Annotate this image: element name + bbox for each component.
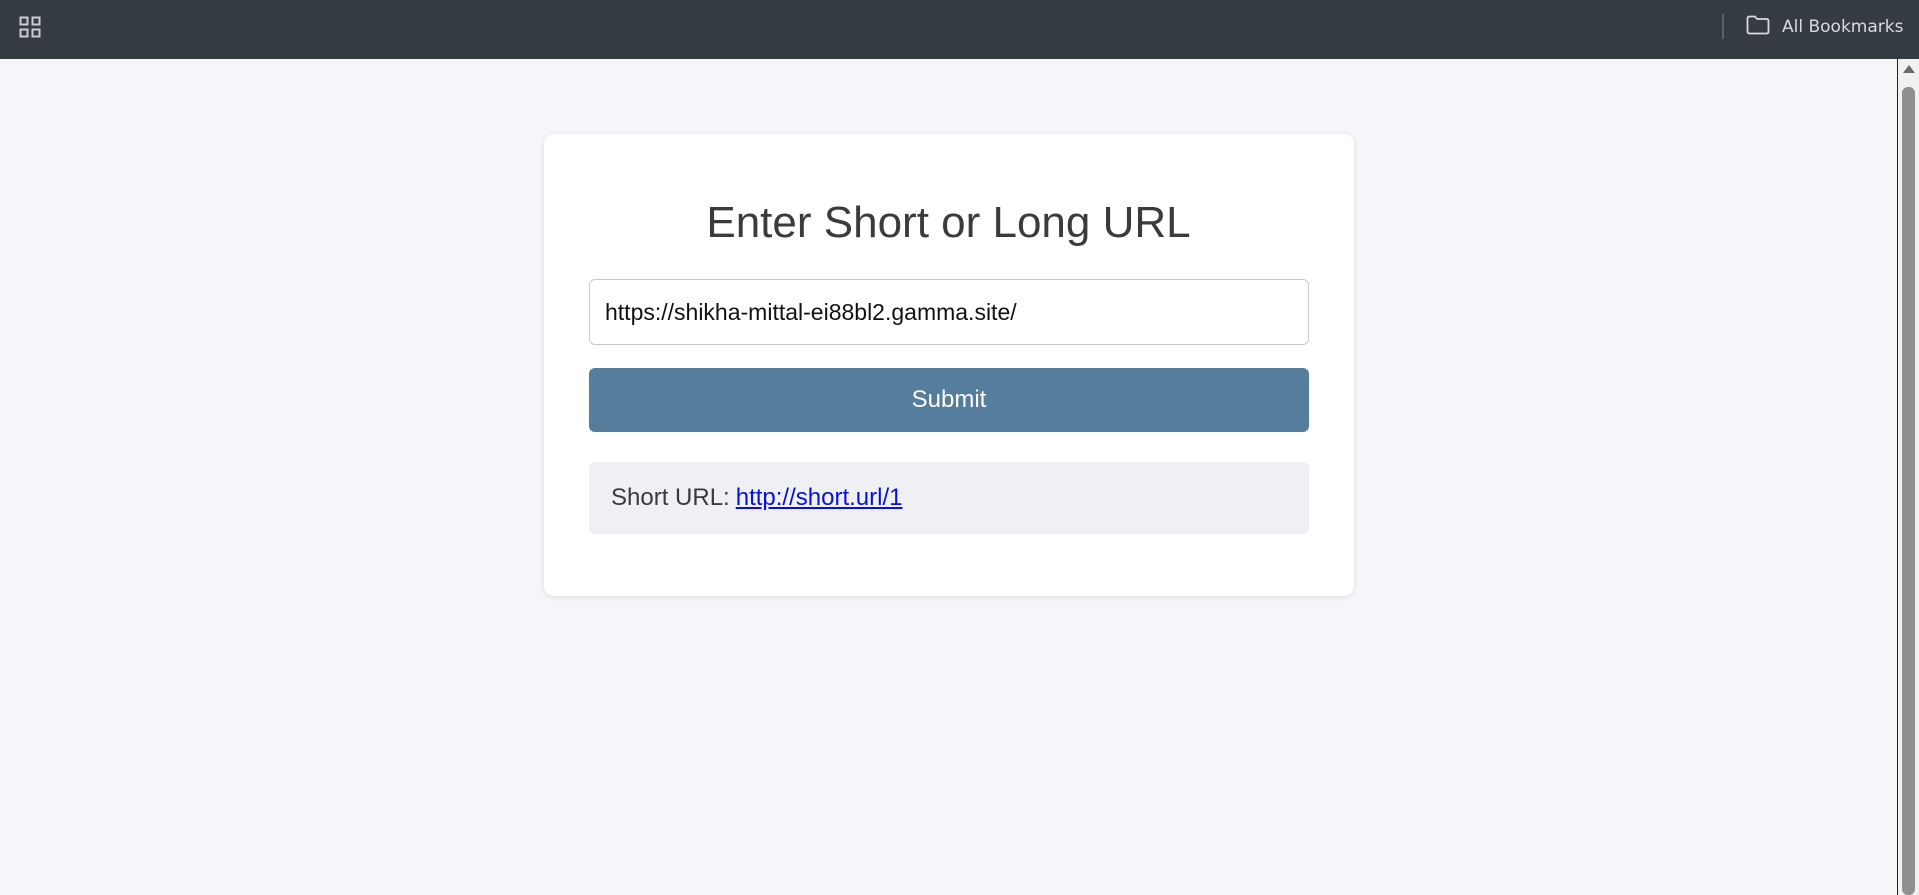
all-bookmarks-label: All Bookmarks — [1782, 17, 1904, 37]
url-input[interactable] — [589, 279, 1309, 345]
apps-grid-icon[interactable] — [19, 16, 41, 38]
scroll-up-arrow-icon[interactable] — [1903, 65, 1915, 73]
short-url-link[interactable]: http://short.url/1 — [736, 484, 903, 512]
scroll-thumb[interactable] — [1902, 87, 1915, 895]
bookmarks-divider — [1722, 14, 1724, 39]
folder-icon — [1746, 15, 1770, 40]
page-title: Enter Short or Long URL — [706, 198, 1191, 247]
all-bookmarks-button[interactable]: All Bookmarks — [1746, 14, 1903, 40]
result-box: Short URL: http://short.url/1 — [589, 462, 1309, 534]
short-url-label: Short URL: — [611, 484, 730, 511]
bookmarks-bar: All Bookmarks — [0, 0, 1919, 59]
submit-button[interactable]: Submit — [589, 368, 1309, 432]
vertical-scrollbar[interactable] — [1897, 59, 1919, 895]
